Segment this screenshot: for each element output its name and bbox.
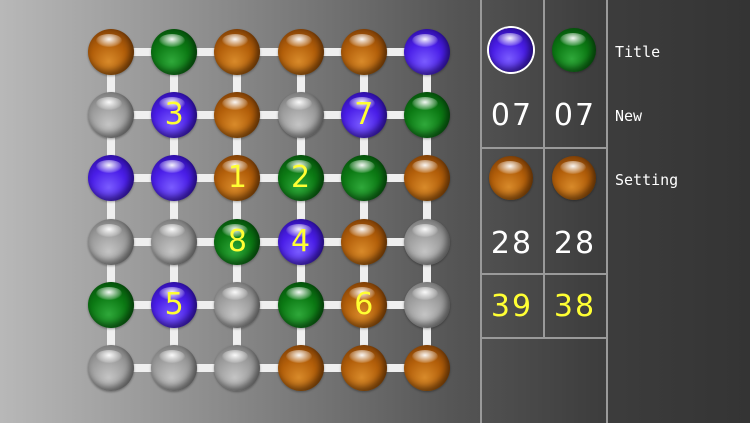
board-ball[interactable] xyxy=(151,218,198,265)
game-board: 37128456 xyxy=(0,0,470,423)
board-ball[interactable] xyxy=(214,345,261,391)
player1-color-ball[interactable] xyxy=(489,28,533,72)
board-ball[interactable] xyxy=(88,155,134,202)
board-ball[interactable] xyxy=(277,92,324,139)
board-ball[interactable]: 8 xyxy=(214,218,261,265)
board-ball[interactable]: 1 xyxy=(214,155,261,202)
player1-count: 07 xyxy=(490,98,534,133)
board-ball[interactable]: 3 xyxy=(151,92,198,139)
ball-number: 6 xyxy=(354,286,374,322)
ball-number: 2 xyxy=(291,160,311,196)
board-ball[interactable] xyxy=(88,345,134,391)
board-ball[interactable] xyxy=(404,155,450,202)
board-ball[interactable] xyxy=(340,155,387,202)
board-ball[interactable] xyxy=(340,218,387,265)
ball-number: 8 xyxy=(227,223,247,259)
ball-number: 7 xyxy=(354,97,374,133)
board-ball[interactable] xyxy=(151,345,198,391)
board-ball[interactable] xyxy=(277,29,324,75)
board-ball[interactable] xyxy=(277,345,324,391)
player1-second-count: 28 xyxy=(490,226,534,261)
board-ball[interactable] xyxy=(214,92,261,139)
ball-number: 1 xyxy=(227,160,247,196)
board-ball[interactable] xyxy=(88,29,134,75)
board-ball[interactable]: 6 xyxy=(340,281,387,328)
player2-score: 38 xyxy=(553,289,597,324)
board-ball[interactable] xyxy=(214,29,261,75)
board-ball[interactable]: 2 xyxy=(277,155,324,202)
ball-number: 5 xyxy=(164,286,184,322)
setting-menu-item[interactable]: Setting xyxy=(615,171,678,189)
board-ball[interactable] xyxy=(151,29,198,75)
board-ball[interactable] xyxy=(404,345,450,391)
board-ball[interactable] xyxy=(340,29,387,75)
panel-divider-left xyxy=(480,0,482,423)
board-ball[interactable] xyxy=(404,29,450,75)
board-ball[interactable] xyxy=(404,92,450,139)
ball-number: 4 xyxy=(291,223,311,259)
panel-divider-right xyxy=(606,0,608,423)
player1-score: 39 xyxy=(490,289,534,324)
board-ball[interactable] xyxy=(404,218,450,265)
panel-divider-row1 xyxy=(480,147,608,149)
board-ball[interactable] xyxy=(88,281,134,328)
player1-second-ball[interactable] xyxy=(489,156,533,200)
player2-second-ball[interactable] xyxy=(552,156,596,200)
board-ball[interactable] xyxy=(404,281,450,328)
title-menu-item[interactable]: Title xyxy=(615,43,660,61)
player2-color-ball[interactable] xyxy=(552,28,596,72)
panel-divider-middle xyxy=(543,0,545,338)
score-panel: 07 07 28 28 39 38 xyxy=(480,0,608,423)
panel-divider-row3 xyxy=(480,337,608,339)
new-game-menu-item[interactable]: New xyxy=(615,107,642,125)
board-ball[interactable]: 7 xyxy=(340,92,387,139)
board-ball[interactable]: 5 xyxy=(151,281,198,328)
board-ball[interactable] xyxy=(151,155,198,202)
ball-number: 3 xyxy=(164,97,184,133)
board-ball[interactable] xyxy=(88,218,134,265)
board-ball[interactable] xyxy=(277,281,324,328)
board-ball[interactable]: 4 xyxy=(277,218,324,265)
board-ball[interactable] xyxy=(88,92,134,139)
player2-count: 07 xyxy=(553,98,597,133)
board-ball[interactable] xyxy=(214,281,261,328)
panel-divider-row2 xyxy=(480,273,608,275)
board-ball[interactable] xyxy=(340,345,387,391)
player2-second-count: 28 xyxy=(553,226,597,261)
